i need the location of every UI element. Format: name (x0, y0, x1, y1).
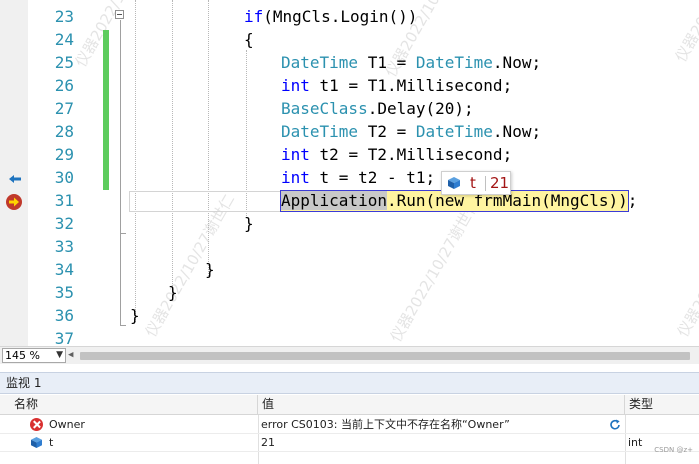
datatip[interactable]: t 21 (441, 171, 511, 195)
scroll-left-icon[interactable]: ◀ (68, 350, 73, 360)
code-line-29[interactable]: int t2 = T2.Millisecond; (281, 144, 512, 166)
code-text: t2 = T2.Millisecond; (309, 145, 513, 164)
code-line-30[interactable]: int t = t2 - t1; (281, 167, 435, 189)
refresh-icon[interactable] (608, 418, 622, 432)
code-text: } (244, 214, 254, 233)
code-text: } (168, 283, 178, 302)
indent-guide (172, 0, 173, 300)
watermark: 仪器2022/10/27谢世仁 (670, 0, 699, 65)
code-text: .Run(new frmMain(MngCls)); (386, 191, 638, 210)
zoom-level: 145 % (5, 349, 40, 362)
code-line-35[interactable]: } (168, 282, 178, 304)
local-variable-icon (31, 437, 42, 448)
code-line-32[interactable]: } (244, 213, 254, 235)
code-text: T1 = (358, 53, 416, 72)
code-text: .Now; (492, 122, 542, 141)
code-text: t1 = T1.Millisecond; (309, 76, 513, 95)
keyword: int (281, 76, 310, 95)
line-number: 32 (54, 214, 74, 233)
horizontal-scrollbar-thumb[interactable] (80, 352, 690, 360)
code-line-23[interactable]: if(MngCls.Login()) (244, 6, 417, 28)
code-line-25[interactable]: DateTime T1 = DateTime.Now; (281, 52, 541, 74)
line-number: 28 (54, 122, 74, 141)
column-header-name[interactable]: 名称 (0, 395, 258, 415)
pin-icon[interactable] (7, 171, 23, 187)
collapse-toggle[interactable] (115, 10, 124, 19)
zoom-level-dropdown[interactable]: 145 % ▼ (2, 348, 66, 363)
indent-guide (135, 0, 136, 322)
line-number: 26 (54, 76, 74, 95)
line-number: 37 (54, 329, 74, 346)
type-name: BaseClass (281, 99, 368, 118)
code-line-26[interactable]: int t1 = T1.Millisecond; (281, 75, 512, 97)
type-name: DateTime (281, 122, 359, 141)
line-number: 31 (54, 191, 74, 210)
line-number: 33 (54, 237, 74, 256)
watch-row[interactable]: t 21 int (0, 434, 699, 452)
selected-identifier: Application (281, 191, 387, 210)
line-number: 30 (54, 168, 74, 187)
watermark: 仪器2022/10/27谢世仁 (141, 191, 239, 340)
line-number: 23 (54, 7, 74, 26)
code-text: T2 = (358, 122, 416, 141)
watermark: 仪器2022/10/27谢世仁 (673, 191, 699, 340)
column-header-value[interactable]: 值 (258, 395, 625, 415)
watch-row-name[interactable]: t (49, 434, 254, 452)
code-text: (MngCls.Login()) (263, 7, 418, 26)
keyword: int (281, 168, 310, 187)
code-text: t = t2 - t1; (309, 168, 436, 187)
line-number: 36 (54, 306, 74, 325)
code-text: } (130, 306, 140, 325)
change-tracking-bar (103, 30, 109, 190)
editor-status-bar: 145 % ▼ ◀ (0, 346, 699, 364)
watch-column-headers: 名称 值 类型 (0, 395, 699, 415)
keyword: if (244, 7, 264, 26)
fold-end (120, 233, 126, 234)
type-name: DateTime (281, 53, 359, 72)
code-text: { (244, 30, 254, 49)
code-line-36[interactable]: } (130, 305, 140, 327)
code-editor[interactable]: 仪器2022/10/27谢世仁 仪器2022/10/27谢世仁 仪器2022/1… (0, 0, 699, 346)
watch-row[interactable]: Owner error CS0103: 当前上下文中不存在名称“Owner” (0, 416, 699, 434)
watermark: 仪器2022/10/27谢世仁 (386, 196, 484, 345)
watch-row-type (628, 416, 696, 434)
current-statement-arrow-icon[interactable] (5, 193, 23, 211)
credit-text: CSDN @z+ (654, 446, 693, 454)
code-line-27[interactable]: BaseClass.Delay(20); (281, 98, 474, 120)
type-name: DateTime (415, 53, 493, 72)
line-number: 27 (54, 99, 74, 118)
code-line-34[interactable]: } (205, 259, 215, 281)
local-variable-icon (448, 177, 460, 189)
error-icon (30, 418, 43, 431)
code-text: } (205, 260, 215, 279)
datatip-name: t (470, 174, 476, 192)
line-number: 24 (54, 30, 74, 49)
line-number: 34 (54, 260, 74, 279)
watch-window: 监视 1 名称 值 类型 Owner error CS0103: 当前上下文中不… (0, 368, 699, 464)
code-text: .Delay(20); (367, 99, 474, 118)
watch-window-title[interactable]: 监视 1 (0, 372, 699, 394)
code-line-24[interactable]: { (244, 29, 254, 51)
keyword: int (281, 145, 310, 164)
column-header-type[interactable]: 类型 (625, 395, 699, 415)
watch-row-value[interactable]: error CS0103: 当前上下文中不存在名称“Owner” (261, 416, 601, 434)
line-number: 35 (54, 283, 74, 302)
datatip-separator (485, 176, 486, 191)
type-name: DateTime (415, 122, 493, 141)
line-number-gutter: 23 24 25 26 27 28 29 30 31 32 33 34 35 3… (28, 0, 76, 346)
fold-line (120, 20, 121, 325)
indent-guide (208, 0, 209, 276)
datatip-value[interactable]: 21 (490, 174, 509, 192)
code-text: .Now; (492, 53, 542, 72)
code-line-28[interactable]: DateTime T2 = DateTime.Now; (281, 121, 541, 143)
fold-end (120, 325, 126, 326)
chevron-down-icon: ▼ (56, 350, 63, 360)
line-number: 25 (54, 53, 74, 72)
line-number: 29 (54, 145, 74, 164)
watch-row-name[interactable]: Owner (49, 416, 254, 434)
watch-row-value[interactable]: 21 (261, 434, 601, 452)
